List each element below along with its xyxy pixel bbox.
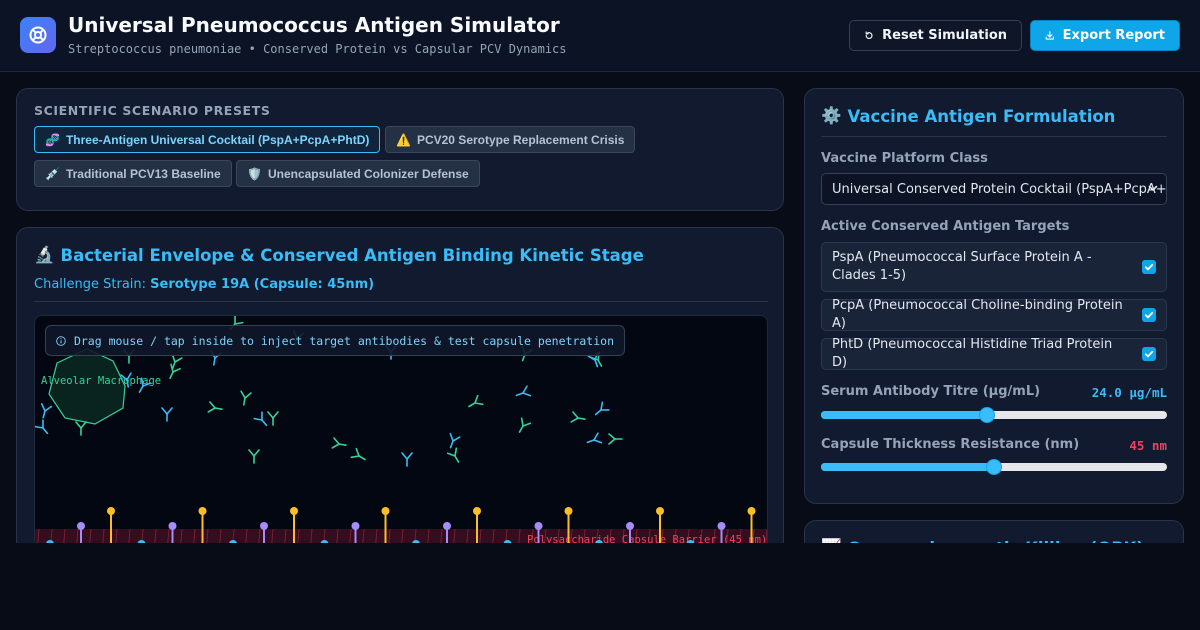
antibody [594, 401, 610, 416]
app-header: Universal Pneumococcus Antigen Simulator… [0, 0, 1200, 72]
preset-pcv13-baseline[interactable]: 💉 Traditional PCV13 Baseline [34, 160, 232, 187]
platform-class-select[interactable]: Universal Conserved Protein Cocktail (Ps… [821, 173, 1167, 205]
antibody [586, 432, 603, 444]
antigen-targets-label: Active Conserved Antigen Targets [821, 219, 1070, 234]
preset-label: Traditional PCV13 Baseline [65, 166, 221, 181]
titre-slider-thumb[interactable] [979, 407, 996, 423]
strain-value: Serotype 19A (Capsule: 45nm) [150, 277, 375, 292]
shield-icon: 🛡️ [247, 166, 262, 181]
binding-stage-panel: 🔬 Bacterial Envelope & Conserved Antigen… [16, 227, 784, 587]
capsule-thickness-label: Capsule Thickness Resistance (nm) [821, 437, 1080, 452]
antibody [468, 394, 484, 408]
syringe-icon: 💉 [45, 166, 60, 181]
check-icon [1144, 350, 1154, 358]
titre-slider[interactable] [821, 407, 1167, 423]
antibody [515, 385, 532, 397]
formulation-divider [821, 136, 1167, 137]
titre-slider-fill [821, 411, 988, 419]
download-icon [1045, 31, 1054, 40]
interaction-hint-text: Drag mouse / tap inside to inject target… [73, 333, 614, 348]
antibody [267, 411, 279, 426]
antibody [35, 419, 49, 435]
info-icon [56, 335, 66, 346]
capsule-thickness-slider[interactable] [821, 459, 1167, 475]
interaction-hint: Drag mouse / tap inside to inject target… [45, 325, 625, 356]
viewport-clip [0, 543, 1200, 630]
stage-title: 🔬 Bacterial Envelope & Conserved Antigen… [34, 245, 644, 265]
antibody [253, 411, 268, 427]
antigen-option-pspa[interactable]: PspA (Pneumococcal Surface Protein A - C… [821, 242, 1167, 292]
formulation-title-text: Vaccine Antigen Formulation [847, 106, 1116, 126]
antigen-option-label: PspA (Pneumococcal Surface Protein A - C… [832, 250, 1092, 283]
export-report-label: Export Report [1062, 28, 1165, 43]
dna-icon: 🧬 [45, 132, 60, 147]
warning-icon: ⚠️ [396, 132, 411, 147]
antibody [331, 437, 347, 449]
formulation-title: ⚙️ Vaccine Antigen Formulation [821, 106, 1115, 126]
antibody [240, 390, 252, 406]
antibody [449, 432, 461, 449]
stage-divider [34, 301, 768, 302]
antibody [401, 452, 413, 467]
app-logo [20, 17, 56, 53]
antigen-option-label: PcpA (Pneumococcal Choline-binding Prote… [832, 298, 1123, 331]
antigen-option-label: PhtD (Pneumococcal Histidine Triad Prote… [832, 337, 1113, 370]
reset-simulation-label: Reset Simulation [882, 28, 1007, 43]
platform-class-value: Universal Conserved Protein Cocktail (Ps… [832, 181, 1167, 197]
antibody [248, 449, 260, 464]
export-report-button[interactable]: Export Report [1030, 20, 1180, 51]
antigen-option-pcpa[interactable]: PcpA (Pneumococcal Choline-binding Prote… [821, 298, 1167, 331]
antigen-checkbox[interactable] [1142, 260, 1156, 274]
antibody [350, 447, 366, 461]
presets-title: SCIENTIFIC SCENARIO PRESETS [34, 103, 271, 118]
antigen-checkbox[interactable] [1142, 308, 1156, 322]
simulation-canvas[interactable]: Alveolar Macrophage Polysaccharide Capsu… [34, 315, 768, 575]
chevron-down-icon [1148, 183, 1158, 196]
reset-simulation-button[interactable]: Reset Simulation [849, 20, 1022, 51]
preset-label: PCV20 Serotype Replacement Crisis [416, 132, 625, 147]
platform-class-label: Vaccine Platform Class [821, 151, 988, 166]
antibody [161, 407, 173, 422]
app-title: Universal Pneumococcus Antigen Simulator [68, 13, 560, 37]
microscope-icon: 🔬 [34, 245, 55, 264]
antibody [608, 433, 623, 445]
strain-label: Challenge Strain: [34, 277, 147, 292]
preset-three-antigen-cocktail[interactable]: 🧬 Three-Antigen Universal Cocktail (PspA… [34, 126, 381, 153]
challenge-strain: Challenge Strain: Serotype 19A (Capsule:… [34, 277, 374, 292]
antibody [446, 447, 460, 463]
preset-label: Three-Antigen Universal Cocktail (PspA+P… [65, 132, 370, 147]
preset-unencapsulated-colonizer[interactable]: 🛡️ Unencapsulated Colonizer Defense [236, 160, 480, 187]
target-icon [29, 26, 47, 44]
antigen-option-phtd[interactable]: PhtD (Pneumococcal Histidine Triad Prote… [821, 337, 1167, 370]
check-icon [1144, 263, 1154, 271]
antibody [207, 401, 223, 413]
capsule-slider-fill [821, 463, 994, 471]
preset-pcv20-replacement[interactable]: ⚠️ PCV20 Serotype Replacement Crisis [385, 126, 636, 153]
antibody [75, 421, 87, 436]
app-subtitle: Streptococcus pneumoniae • Conserved Pro… [68, 42, 567, 56]
antibody [171, 353, 183, 370]
stage-title-text: Bacterial Envelope & Conserved Antigen B… [60, 245, 644, 265]
gear-icon: ⚙️ [821, 106, 842, 125]
reset-icon [865, 31, 873, 39]
antibody [40, 403, 53, 419]
titre-value: 24.0 µg/mL [1091, 385, 1167, 400]
preset-label: Unencapsulated Colonizer Defense [267, 166, 469, 181]
scenario-presets-panel: SCIENTIFIC SCENARIO PRESETS 🧬 Three-Anti… [16, 88, 784, 211]
antigen-checkbox[interactable] [1142, 347, 1156, 361]
check-icon [1144, 311, 1154, 319]
titre-label: Serum Antibody Titre (µg/mL) [821, 384, 1041, 399]
antibody [570, 411, 586, 423]
antibody [518, 417, 532, 433]
vaccine-formulation-panel: ⚙️ Vaccine Antigen Formulation Vaccine P… [804, 88, 1184, 504]
capsule-slider-thumb[interactable] [986, 459, 1002, 475]
capsule-thickness-value: 45 nm [1129, 438, 1167, 453]
